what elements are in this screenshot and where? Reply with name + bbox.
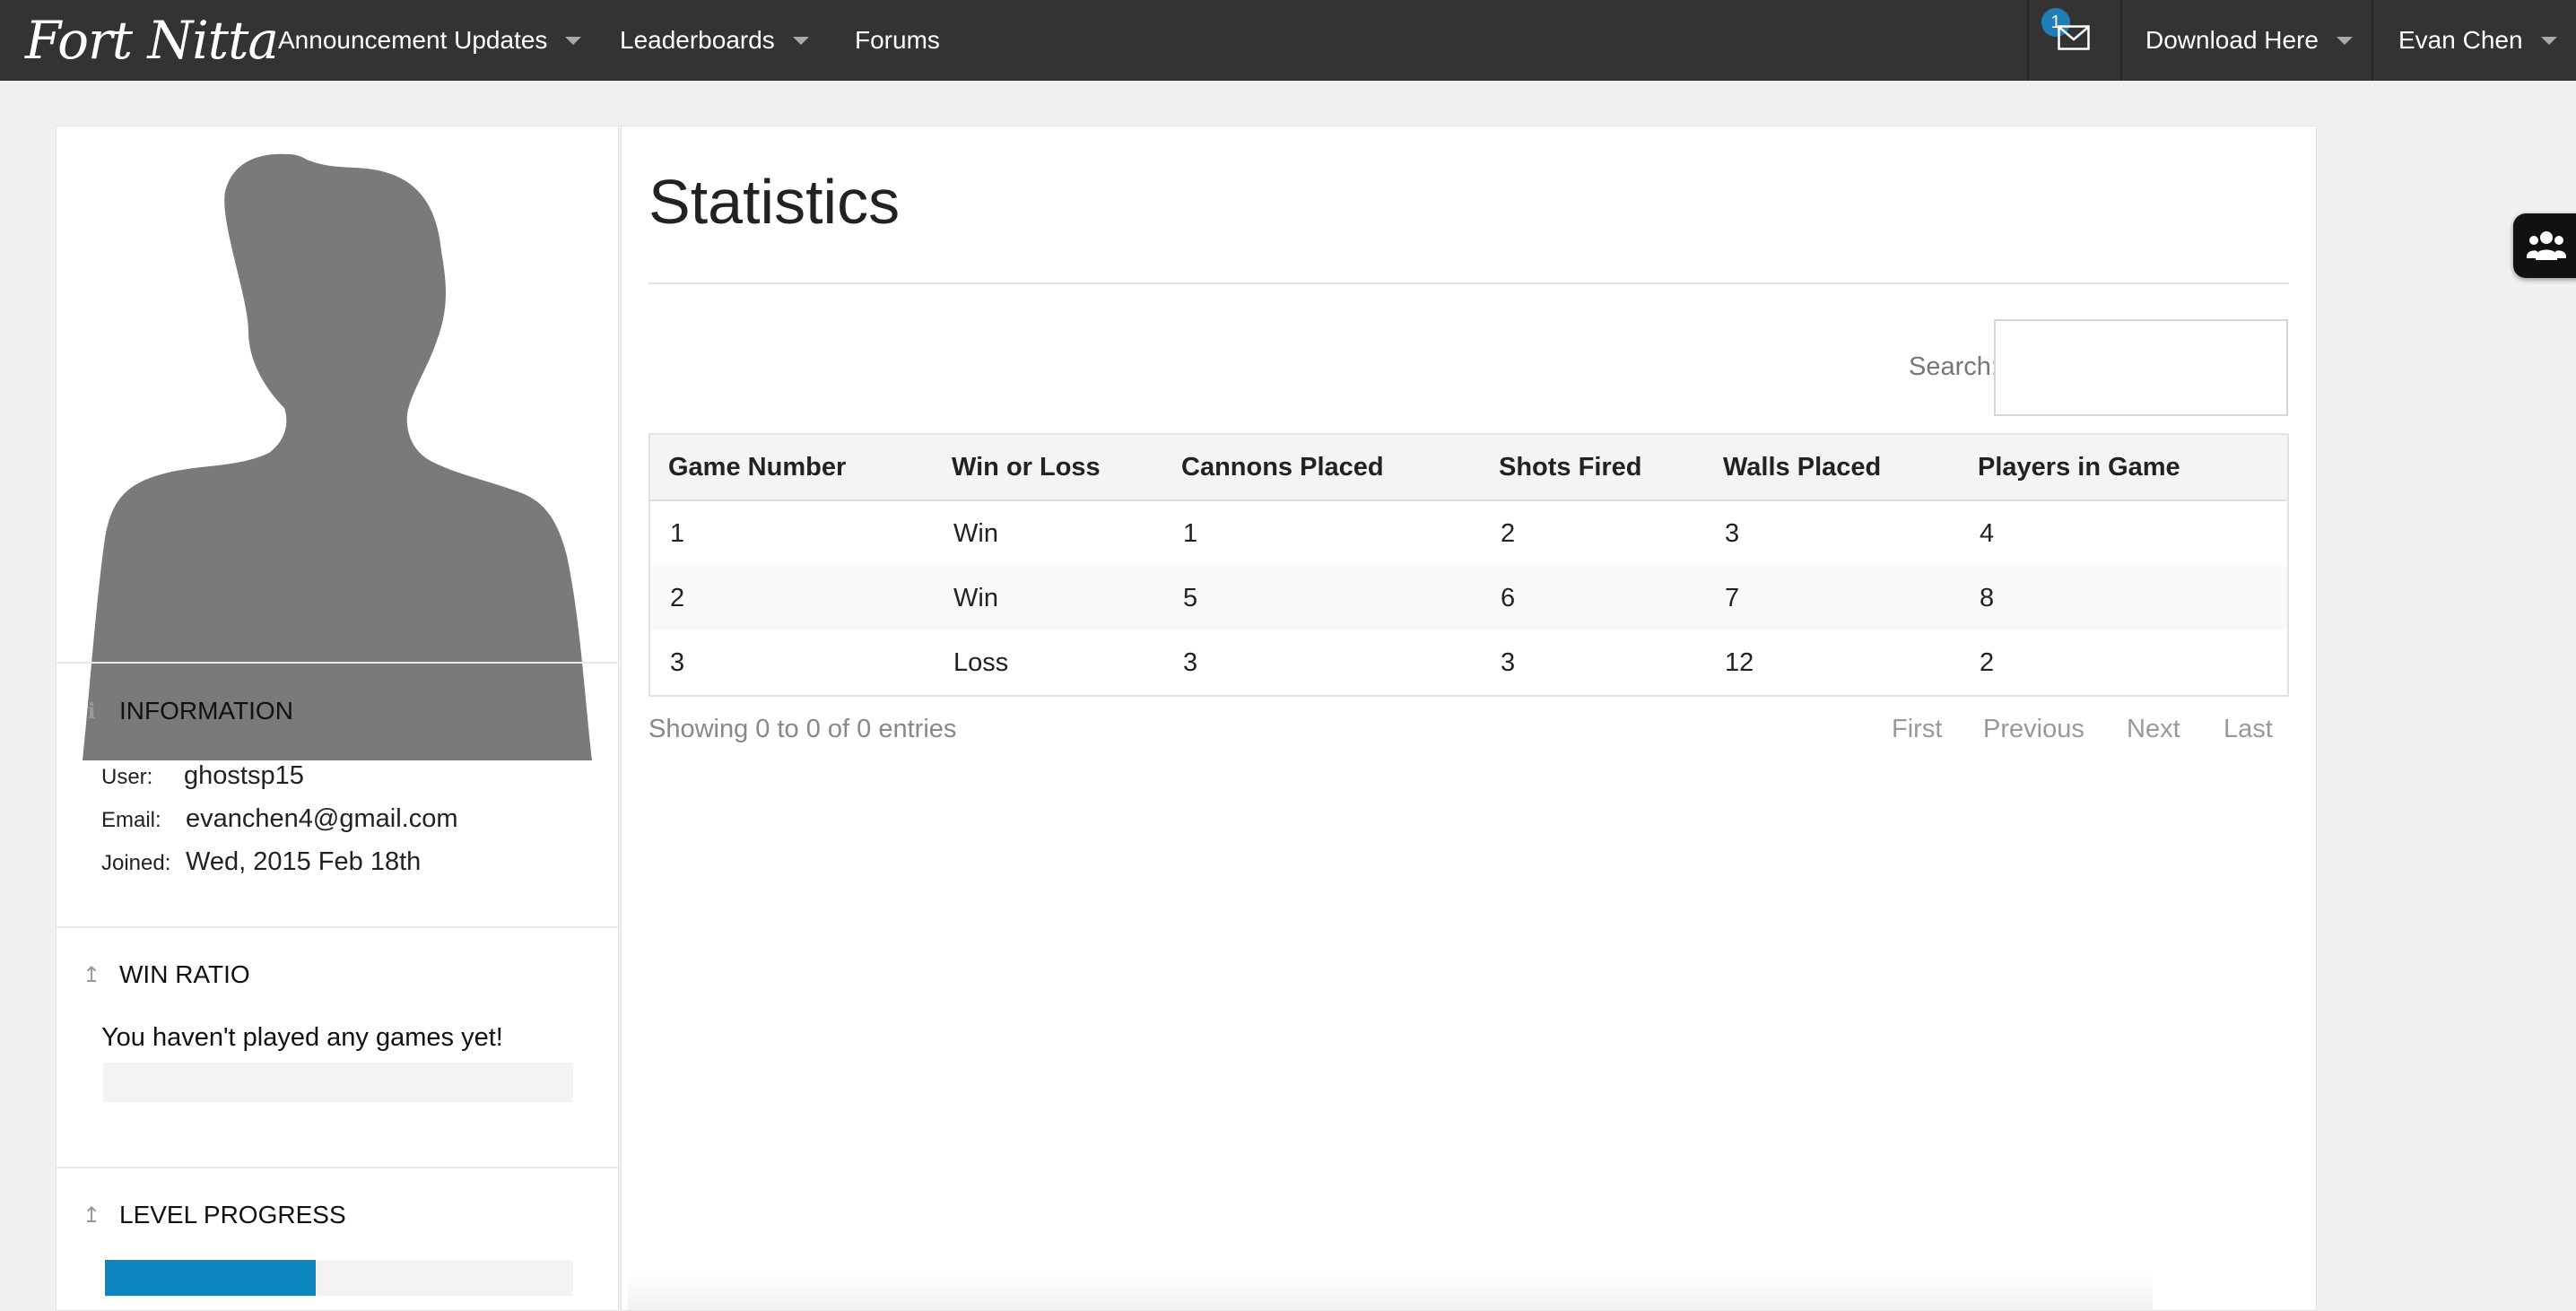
mail-button[interactable]: 1 [2029, 0, 2122, 81]
cell-win-or-loss: Win [953, 518, 998, 548]
table-info: Showing 0 to 0 of 0 entries [648, 715, 957, 743]
info-joined-row: Joined: Wed, 2015 Feb 18th [101, 847, 421, 877]
cell-walls-placed: 12 [1725, 647, 1754, 677]
top-navbar: Fort Nitta Announcement Updates Leaderbo… [0, 0, 2576, 81]
section-divider [57, 662, 618, 664]
cell-win-or-loss: Loss [953, 647, 1009, 677]
nav-user-name: Evan Chen [2398, 26, 2523, 54]
info-user-row: User: ghostsp15 [101, 761, 304, 791]
cell-game-number: 3 [670, 647, 685, 677]
col-shots-fired[interactable]: Shots Fired [1481, 434, 1705, 501]
brand-logo[interactable]: Fort Nitta [25, 4, 279, 77]
nav-download-label: Download Here [2145, 26, 2319, 54]
nav-leaderboards-label: Leaderboards [620, 26, 775, 54]
info-email-label: Email: [101, 808, 161, 832]
info-joined-value: Wed, 2015 Feb 18th [186, 847, 422, 876]
cell-players-in-game: 2 [1980, 647, 1995, 677]
arrow-up-icon: ↥ [82, 1202, 101, 1228]
pager-previous[interactable]: Previous [1983, 715, 2084, 744]
info-icon: ℹ [87, 699, 96, 724]
nav-forums[interactable]: Forums [855, 0, 940, 81]
cell-game-number: 1 [670, 518, 685, 548]
cell-shots-fired: 2 [1501, 518, 1516, 548]
table-row: 3 Loss 3 3 12 2 [649, 630, 2288, 696]
cell-players-in-game: 8 [1960, 566, 2288, 630]
users-icon [2527, 231, 2566, 260]
community-widget-button[interactable] [2513, 213, 2576, 278]
col-game-number[interactable]: Game Number [649, 434, 934, 501]
cell-shots-fired: 3 [1501, 647, 1516, 677]
col-players-in-game[interactable]: Players in Game [1960, 434, 2288, 501]
win-ratio-heading: ↥ WIN RATIO [82, 960, 250, 989]
cell-shots-fired: 6 [1481, 566, 1705, 630]
table-row: 1 Win 1 2 3 4 [649, 500, 2288, 566]
col-cannons-placed[interactable]: Cannons Placed [1163, 434, 1481, 501]
caret-down-icon [2540, 36, 2557, 45]
nav-announcement-updates-label: Announcement Updates [278, 26, 548, 54]
level-progress-heading-label: LEVEL PROGRESS [119, 1201, 346, 1229]
nav-divider [2120, 0, 2122, 81]
title-divider [648, 282, 2289, 284]
cell-cannons-placed: 5 [1163, 566, 1481, 630]
nav-divider [2371, 0, 2373, 81]
level-progress-fill [105, 1260, 316, 1296]
statistics-table: Game Number Win or Loss Cannons Placed S… [648, 433, 2289, 697]
col-walls-placed[interactable]: Walls Placed [1705, 434, 1960, 501]
nav-user-menu[interactable]: Evan Chen [2398, 0, 2557, 81]
nav-forums-label: Forums [855, 26, 940, 54]
default-avatar-silhouette [83, 153, 592, 760]
cell-walls-placed: 7 [1705, 566, 1960, 630]
cell-players-in-game: 4 [1980, 518, 1995, 548]
info-email-value: evanchen4@gmail.com [186, 804, 458, 833]
cell-win-or-loss: Win [934, 566, 1163, 630]
cell-game-number: 2 [649, 566, 934, 630]
pager-last[interactable]: Last [2224, 715, 2273, 744]
section-divider [57, 1167, 618, 1168]
caret-down-icon [2337, 36, 2353, 45]
win-ratio-heading-label: WIN RATIO [119, 960, 250, 988]
cell-cannons-placed: 1 [1183, 518, 1198, 548]
nav-announcement-updates[interactable]: Announcement Updates [278, 0, 582, 81]
pager-next[interactable]: Next [2127, 715, 2180, 744]
level-progress-bar [105, 1260, 573, 1296]
nav-download[interactable]: Download Here [2145, 0, 2353, 81]
info-joined-label: Joined: [101, 851, 171, 875]
table-row: 2 Win 5 6 7 8 [649, 566, 2288, 630]
section-divider [57, 926, 618, 928]
arrow-up-icon: ↥ [82, 962, 101, 987]
caret-down-icon [565, 36, 582, 45]
info-email-row: Email: evanchen4@gmail.com [101, 804, 457, 834]
profile-sidebar: ℹ INFORMATION User: ghostsp15 Email: eva… [56, 126, 619, 1311]
statistics-panel: Statistics Search: Game Number Win or Lo… [621, 126, 2317, 1311]
caret-down-icon [792, 36, 809, 45]
win-ratio-bar [103, 1063, 573, 1102]
pager-first[interactable]: First [1892, 715, 1942, 744]
search-label: Search: [1909, 352, 1998, 381]
table-header-row: Game Number Win or Loss Cannons Placed S… [649, 434, 2288, 501]
cell-cannons-placed: 3 [1183, 647, 1198, 677]
envelope-icon [2058, 25, 2090, 50]
page-title: Statistics [648, 167, 901, 237]
search-input[interactable] [1994, 319, 2288, 416]
win-ratio-message: You haven't played any games yet! [101, 1023, 503, 1052]
avatar [83, 152, 592, 760]
nav-leaderboards[interactable]: Leaderboards [620, 0, 809, 81]
cell-walls-placed: 3 [1725, 518, 1740, 548]
info-user-label: User: [101, 765, 153, 789]
bottom-fade [628, 1273, 2153, 1311]
information-heading-label: INFORMATION [119, 697, 293, 725]
col-win-or-loss[interactable]: Win or Loss [934, 434, 1163, 501]
information-heading: ℹ INFORMATION [82, 697, 293, 725]
level-progress-heading: ↥ LEVEL PROGRESS [82, 1201, 346, 1229]
info-user-value: ghostsp15 [184, 761, 304, 790]
